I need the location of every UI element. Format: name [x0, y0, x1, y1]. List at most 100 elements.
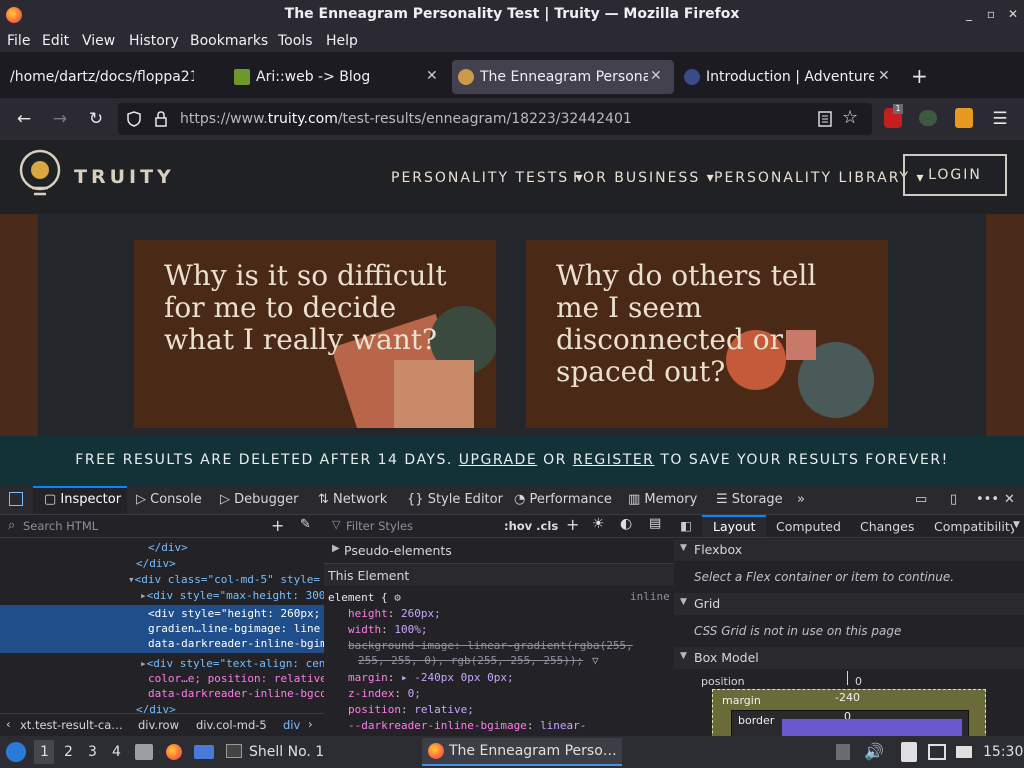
- chevron-down-icon[interactable]: ▼: [1013, 520, 1020, 530]
- html-line[interactable]: data-darkreader-inline-bgco: [148, 687, 324, 700]
- nav-personality-library[interactable]: PERSONALITY LIBRARY ▾: [714, 170, 926, 186]
- display-icon[interactable]: [928, 744, 946, 760]
- close-tab-icon[interactable]: ✕: [878, 68, 890, 84]
- html-line[interactable]: color…e; position: relative: [148, 672, 324, 685]
- position-value[interactable]: 0: [855, 675, 862, 688]
- html-line[interactable]: </div>: [136, 557, 176, 570]
- bookmark-star-icon[interactable]: ☆: [842, 107, 858, 128]
- menu-edit[interactable]: Edit: [42, 33, 69, 49]
- menu-view[interactable]: View: [82, 33, 115, 49]
- eyedropper-icon[interactable]: ✎: [300, 517, 311, 532]
- html-line[interactable]: ▾<div class="col-md-5" style=: [128, 573, 320, 586]
- minimize-button[interactable]: _: [962, 7, 976, 21]
- reader-view-icon[interactable]: [818, 111, 832, 127]
- workspace-4[interactable]: 4: [112, 744, 121, 760]
- tab-performance[interactable]: ◔ Performance: [514, 492, 612, 507]
- html-line-selected[interactable]: <div style="height: 260px;: [148, 607, 320, 620]
- tab-console[interactable]: ▷ Console: [136, 492, 202, 507]
- border-box[interactable]: border 0: [731, 710, 969, 736]
- file-manager-icon[interactable]: [135, 744, 153, 760]
- tab-debugger[interactable]: ▷ Debugger: [220, 492, 299, 507]
- box-model-section-header[interactable]: ▼ Box Model: [674, 647, 1024, 669]
- article-card[interactable]: Why is it so difficult for me to decide …: [134, 240, 496, 428]
- add-node-icon[interactable]: +: [271, 516, 284, 535]
- nav-personality-tests[interactable]: PERSONALITY TESTS ▾: [391, 170, 585, 186]
- more-tools-chevron-icon[interactable]: »: [797, 492, 805, 507]
- margin-top-value[interactable]: -240: [835, 691, 860, 704]
- print-simulation-icon[interactable]: ▤: [649, 516, 661, 531]
- battery-icon[interactable]: [956, 746, 972, 758]
- close-devtools-icon[interactable]: ✕: [1004, 492, 1015, 507]
- dock-icon[interactable]: ▭: [915, 492, 927, 507]
- filter-styles-input[interactable]: Filter Styles: [346, 519, 413, 533]
- tab-style-editor[interactable]: {} Style Editor: [407, 492, 503, 507]
- tray-upload-icon[interactable]: [836, 744, 850, 760]
- url-text[interactable]: https://www.truity.com/test-results/enne…: [180, 111, 632, 127]
- rule-source[interactable]: inline: [630, 590, 670, 603]
- breadcrumb-item[interactable]: div: [283, 718, 300, 732]
- tab-layout[interactable]: Layout: [713, 519, 756, 534]
- desktop-icon[interactable]: [194, 745, 214, 759]
- article-card[interactable]: Why do others tell me I seem disconnecte…: [526, 240, 888, 428]
- truity-lightbulb-logo-icon[interactable]: [18, 148, 62, 202]
- css-declaration[interactable]: z-index: 0;: [348, 687, 421, 700]
- tab-compatibility[interactable]: Compatibility: [934, 519, 1014, 534]
- devtools-menu-icon[interactable]: •••: [976, 492, 999, 507]
- volume-icon[interactable]: 🔊: [864, 742, 884, 761]
- breadcrumb-item[interactable]: div.col-md-5: [196, 718, 267, 732]
- padding-box[interactable]: [782, 719, 962, 736]
- toggle-pane-icon[interactable]: ◧: [680, 518, 692, 533]
- grid-section-header[interactable]: ▼ Grid: [674, 593, 1024, 615]
- hov-cls-toggle[interactable]: :hov .cls: [504, 519, 558, 533]
- css-declaration[interactable]: margin: ▸ -240px 0px 0px;: [348, 671, 514, 684]
- menu-tools[interactable]: Tools: [278, 33, 313, 49]
- nav-for-business[interactable]: FOR BUSINESS ▾: [573, 170, 716, 186]
- close-tab-icon[interactable]: ✕: [650, 68, 662, 84]
- tab-network[interactable]: ⇅ Network: [318, 492, 387, 507]
- lock-icon[interactable]: [154, 110, 168, 128]
- close-window-button[interactable]: ✕: [1006, 7, 1020, 21]
- chevron-left-icon[interactable]: ‹: [6, 717, 11, 731]
- flexbox-section-header[interactable]: ▼ Flexbox: [674, 539, 1024, 561]
- html-line-selected[interactable]: gradien…line-bgimage: line: [148, 622, 320, 635]
- css-declaration[interactable]: width: 100%;: [348, 623, 428, 636]
- margin-box[interactable]: margin -240 border 0: [712, 689, 986, 736]
- tab-computed[interactable]: Computed: [776, 519, 841, 534]
- clock[interactable]: 15:30: [983, 744, 1023, 760]
- menu-history[interactable]: History: [129, 33, 179, 49]
- css-declaration[interactable]: position: relative;: [348, 703, 474, 716]
- menu-help[interactable]: Help: [326, 33, 358, 49]
- filter-icon[interactable]: ▽: [592, 654, 599, 667]
- shield-icon[interactable]: [126, 111, 142, 127]
- responsive-design-icon[interactable]: ▯: [950, 492, 957, 507]
- html-line[interactable]: ▸<div style="text-align: cen: [140, 657, 324, 670]
- menu-bookmarks[interactable]: Bookmarks: [190, 33, 268, 49]
- tab-adventure[interactable]: Introduction | Adventure ✕: [678, 60, 900, 94]
- hamburger-menu-icon[interactable]: ☰: [990, 109, 1010, 129]
- tab-inspector[interactable]: ▢ Inspector: [44, 492, 121, 507]
- carousel-next-card[interactable]: [986, 214, 1024, 436]
- new-tab-button[interactable]: +: [911, 64, 928, 88]
- clipboard-icon[interactable]: [901, 742, 917, 762]
- workspace-3[interactable]: 3: [88, 744, 97, 760]
- light-theme-icon[interactable]: ☀: [592, 516, 605, 532]
- workspace-1[interactable]: 1: [40, 744, 49, 760]
- reload-icon[interactable]: ↻: [86, 109, 106, 129]
- tab-changes[interactable]: Changes: [860, 519, 914, 534]
- html-line[interactable]: ▸<div style="max-height: 300: [140, 589, 324, 602]
- tab-ari-web[interactable]: Ari::web -> Blog ✕: [228, 60, 448, 94]
- url-bar[interactable]: https://www.truity.com/test-results/enne…: [118, 103, 872, 135]
- css-declaration-overridden[interactable]: background-image: linear-gradient(rgba(2…: [348, 639, 633, 652]
- tab-enneagram[interactable]: The Enneagram Personal ✕: [452, 60, 674, 94]
- dark-theme-icon[interactable]: ◐: [620, 516, 632, 532]
- pseudo-elements-section[interactable]: ▶ Pseudo-elements: [324, 539, 674, 564]
- add-rule-icon[interactable]: +: [566, 515, 579, 534]
- start-menu-icon[interactable]: [6, 742, 26, 762]
- html-line-selected[interactable]: data-darkreader-inline-bgim: [148, 637, 324, 650]
- css-declaration[interactable]: --darkreader-inline-bgimage: linear-: [348, 719, 586, 732]
- task-shell[interactable]: Shell No. 1: [222, 738, 418, 766]
- rule-selector[interactable]: element { ⚙: [328, 591, 401, 604]
- maximize-button[interactable]: ▫: [984, 7, 998, 21]
- tab-floppa[interactable]: /home/dartz/docs/floppa21.l: [4, 60, 224, 94]
- truity-logo-text[interactable]: TRUITY: [74, 166, 175, 188]
